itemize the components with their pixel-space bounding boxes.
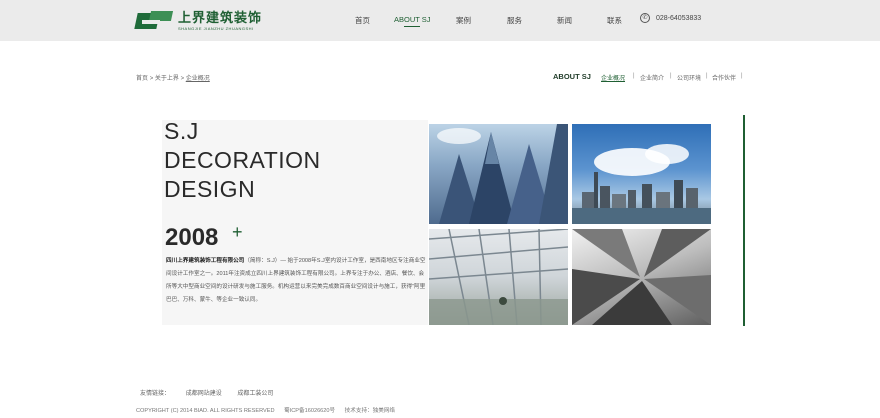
subnav-intro[interactable]: 企业简介 — [640, 73, 664, 82]
subnav-environment[interactable]: 公司环境 — [677, 73, 701, 82]
nav-item-home[interactable]: 首页 — [355, 15, 370, 26]
hero-title-line: DESIGN — [164, 176, 256, 202]
company-name: 四川上界建筑装饰工程有限公司 — [166, 258, 245, 264]
nav-item-news[interactable]: 新闻 — [557, 15, 572, 26]
phone-number: 028-64053833 — [656, 14, 702, 22]
nav-item-contact[interactable]: 联系 — [607, 15, 622, 26]
header: 上界建筑装饰 SHANGJIE JIANZHU ZHUANGSHI 首页 ABO… — [0, 0, 880, 41]
glass-skyscrapers-icon — [429, 124, 568, 224]
breadcrumb-about[interactable]: 关于上界 — [155, 76, 179, 82]
breadcrumb: 首页 > 关于上界 > 企业概况 — [136, 73, 210, 82]
logo-cn: 上界建筑装饰 — [178, 10, 263, 26]
hero-title-line: S.J — [164, 118, 199, 144]
icp-number[interactable]: 蜀ICP备16026620号 — [284, 408, 335, 414]
nav-item-about[interactable]: ABOUT SJ — [394, 15, 431, 24]
subnav-separator: | — [633, 73, 635, 79]
friend-link[interactable]: 成都网站建设 — [186, 391, 222, 397]
breadcrumb-current[interactable]: 企业概况 — [186, 76, 210, 82]
description-text: （简称：S.J）— 始于2008年S.J室内设计工作室，是西南地区专注商业空间设… — [166, 258, 426, 303]
subnav-separator: | — [670, 73, 672, 79]
hero-title: S.J DECORATION DESIGN — [164, 117, 321, 204]
nav-item-cases[interactable]: 案例 — [456, 15, 471, 26]
friend-links-label: 友情链接： — [140, 391, 171, 397]
nav-item-services[interactable]: 服务 — [507, 15, 522, 26]
logo-en: SHANGJIE JIANZHU ZHUANGSHI — [178, 25, 254, 31]
city-skyline-icon — [572, 124, 711, 224]
copyright-text: COPYRIGHT (C) 2014 BIAD. ALL RIGHTS RESE… — [136, 408, 275, 414]
logo-text: 上界建筑装饰 SHANGJIE JIANZHU ZHUANGSHI — [178, 12, 262, 31]
friend-links: 友情链接： 成都网站建设 成都工装公司 — [140, 388, 287, 397]
accent-bar — [743, 115, 745, 326]
subnav-separator: | — [741, 73, 743, 79]
tech-support[interactable]: 技术支持：独美网络 — [345, 408, 395, 414]
subnav-overview[interactable]: 企业概况 — [601, 73, 625, 82]
phone: ✆ 028-64053833 — [640, 13, 701, 23]
company-description: 四川上界建筑装饰工程有限公司（简称：S.J）— 始于2008年S.J室内设计工作… — [166, 255, 428, 307]
nav-active-underline — [404, 26, 420, 27]
breadcrumb-sep: > — [149, 76, 154, 82]
subnav-separator: | — [706, 73, 708, 79]
breadcrumb-home[interactable]: 首页 — [136, 76, 148, 82]
section-title: ABOUT SJ — [553, 72, 591, 81]
friend-link[interactable]: 成都工装公司 — [237, 391, 273, 397]
copyright: COPYRIGHT (C) 2014 BIAD. ALL RIGHTS RESE… — [136, 406, 403, 414]
breadcrumb-sep: > — [180, 76, 185, 82]
glass-atrium-icon — [429, 229, 568, 325]
subnav-partners[interactable]: 合作伙伴 — [712, 73, 736, 82]
hero-title-line: DECORATION — [164, 147, 321, 173]
founded-year: 2008 — [165, 224, 219, 251]
skyscraper-lookup-icon — [572, 229, 711, 325]
plus-icon: + — [232, 222, 243, 242]
logo[interactable]: 上界建筑装饰 SHANGJIE JIANZHU ZHUANGSHI — [134, 10, 262, 32]
logo-mark-icon — [134, 11, 174, 31]
phone-icon: ✆ — [640, 13, 650, 23]
